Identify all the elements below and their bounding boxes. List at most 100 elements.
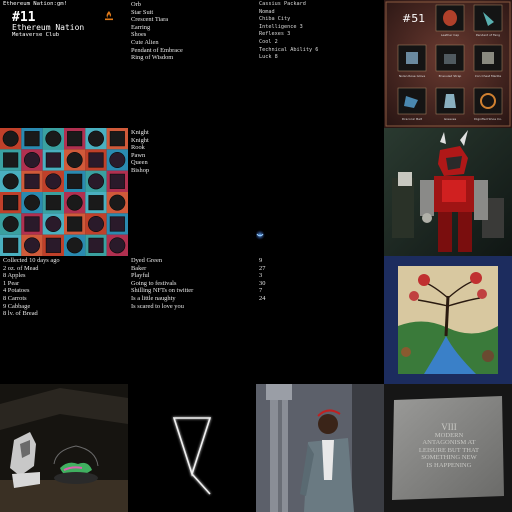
loot-item-label: Leather Cap [440, 33, 460, 37]
list-item: Technical Ability 6 [259, 46, 319, 53]
tile-geometric-pattern[interactable] [0, 128, 128, 256]
chess-list: Knight Knight Rook Pawn Queen Bishop [131, 129, 149, 175]
blue-glow-icon [256, 230, 265, 240]
list-item: Shilling NFTs on twitter [131, 287, 194, 295]
loot-item-label: Dignified Shoe Co. [474, 117, 502, 121]
list-item: 2 oz. of Mead [3, 264, 39, 272]
nft-gallery-grid: Ethereum Nation:gm! #11 Ethereum Nation … [0, 0, 512, 512]
landscape-art [384, 256, 512, 384]
list-item: Cute Alien [131, 38, 159, 46]
list-item: 7 [259, 287, 263, 295]
collection-subtitle: Metaverse Club [12, 32, 60, 38]
list-item: Intelligence 3 [259, 23, 303, 30]
list-item: 9 [259, 257, 263, 264]
list-item: 8 Apples [3, 272, 26, 280]
pattern-square [67, 131, 83, 147]
tile-farm-log[interactable]: Collected 10 days ago 2 oz. of Mead 8 Ap… [0, 256, 128, 384]
pattern-circle [66, 152, 83, 168]
pattern-square [88, 195, 104, 211]
tablet-line: MODERN [434, 432, 464, 439]
tablet-line: ANTAGONISM AT [422, 439, 476, 447]
pattern-square [24, 216, 40, 232]
tile-loot-card[interactable]: #51 Leather Cap Pendant of Fang Nolan Ro… [384, 0, 512, 128]
list-item: Bishop [131, 166, 150, 174]
loot-number: #51 [402, 12, 426, 25]
list-item: Rook [131, 144, 145, 152]
list-item: 24 [259, 294, 266, 302]
list-item: Going to festivals [131, 279, 177, 287]
tile-dark-orb[interactable] [256, 128, 384, 256]
list-item: Is a little naughty [131, 294, 176, 302]
list-item: Dyed Green [131, 257, 163, 264]
tile-dark-room[interactable] [0, 384, 128, 512]
loot-item-label: Ensouled Strap [438, 74, 462, 78]
triangle-icon [172, 417, 212, 495]
loot-item-label: Iron Chest Mantle [474, 74, 502, 78]
list-item: Knight [131, 129, 149, 136]
tile-chess-pieces[interactable]: Knight Knight Rook Pawn Queen Bishop [128, 128, 256, 256]
pattern-circle [88, 173, 104, 190]
list-item: 8 lv. of Bread [3, 310, 38, 318]
traits-list: Dyed Green Baker Playful Going to festiv… [131, 257, 193, 310]
list-item: Chiba City [259, 16, 291, 23]
pattern-circle [45, 130, 62, 147]
list-item: 3 [259, 272, 263, 280]
dark-room-art [0, 384, 128, 512]
pattern-square [3, 152, 19, 168]
list-item: Knight [131, 136, 149, 144]
pattern-square [3, 237, 19, 253]
list-item: 1 Pear [3, 279, 20, 287]
tile-numbers[interactable]: 9 27 3 30 7 24 [256, 256, 384, 384]
pattern-circle [109, 237, 126, 254]
numbers-list: 9 27 3 30 7 24 [259, 257, 265, 303]
items-list: Orb Star Suit Crescent Tiara Earring Sho… [131, 1, 183, 62]
tile-stone-tablet[interactable]: VIII MODERN ANTAGONISM AT LEISURE BUT TH… [384, 384, 512, 512]
list-item: Ring of Wisdom [131, 54, 174, 62]
list-item: Queen [131, 159, 148, 167]
pattern-circle [2, 216, 19, 232]
tile-character-sheet[interactable]: Cassius Packard Nomad Chiba City Intelli… [256, 0, 384, 128]
pattern-circle [66, 194, 83, 211]
pattern-circle [2, 130, 19, 147]
character-list: Cassius Packard Nomad Chiba City Intelli… [259, 1, 318, 62]
list-item: Earring [131, 23, 151, 31]
pattern-square [88, 237, 104, 253]
collection-name: Ethereum Nation [12, 23, 85, 32]
tablet-line: SOMETHING NEW [421, 454, 477, 462]
list-item: Pendant of Embrace [131, 46, 183, 54]
tile-items-list[interactable]: Orb Star Suit Crescent Tiara Earring Sho… [128, 0, 256, 128]
pattern-circle [24, 194, 40, 211]
pattern-circle [88, 216, 104, 232]
list-item: Star Suit [131, 8, 154, 16]
pattern-circle [66, 237, 83, 254]
loot-item-label: Greaves [443, 117, 457, 121]
pattern-square [88, 152, 104, 168]
tile-ethereum-nation[interactable]: Ethereum Nation:gm! #11 Ethereum Nation … [0, 0, 128, 128]
pattern-square [109, 216, 125, 232]
loot-item-label: Nolan Rose Glove [398, 74, 426, 78]
tile-portrait-photo[interactable] [256, 384, 384, 512]
pattern-square [109, 173, 125, 189]
tile-neon-triangle[interactable] [128, 384, 256, 512]
list-item: 27 [259, 264, 266, 272]
pattern-circle [45, 173, 62, 190]
flame-icon [104, 10, 114, 21]
tile-header: Ethereum Nation:gm! [3, 1, 67, 7]
pattern-circle [24, 237, 40, 254]
list-item: Baker [131, 264, 147, 272]
tile-robot[interactable] [384, 128, 512, 256]
tile-fantasy-landscape[interactable] [384, 256, 512, 384]
list-item: Pawn [131, 151, 146, 159]
list-item: 9 Cabbage [3, 302, 31, 310]
tablet-line: VIII [441, 422, 457, 432]
pattern-square [67, 173, 83, 189]
list-item: 4 Potatoes [3, 287, 30, 295]
list-item: Luck 8 [259, 54, 278, 61]
tile-traits[interactable]: Dyed Green Baker Playful Going to festiv… [128, 256, 256, 384]
pattern-circle [24, 152, 40, 168]
pattern-square [109, 131, 125, 147]
list-item: Cool 2 [259, 38, 278, 45]
list-item: Is scared to love you [131, 302, 184, 310]
pattern-circle [88, 130, 104, 147]
list-item: Crescent Tiara [131, 16, 169, 24]
